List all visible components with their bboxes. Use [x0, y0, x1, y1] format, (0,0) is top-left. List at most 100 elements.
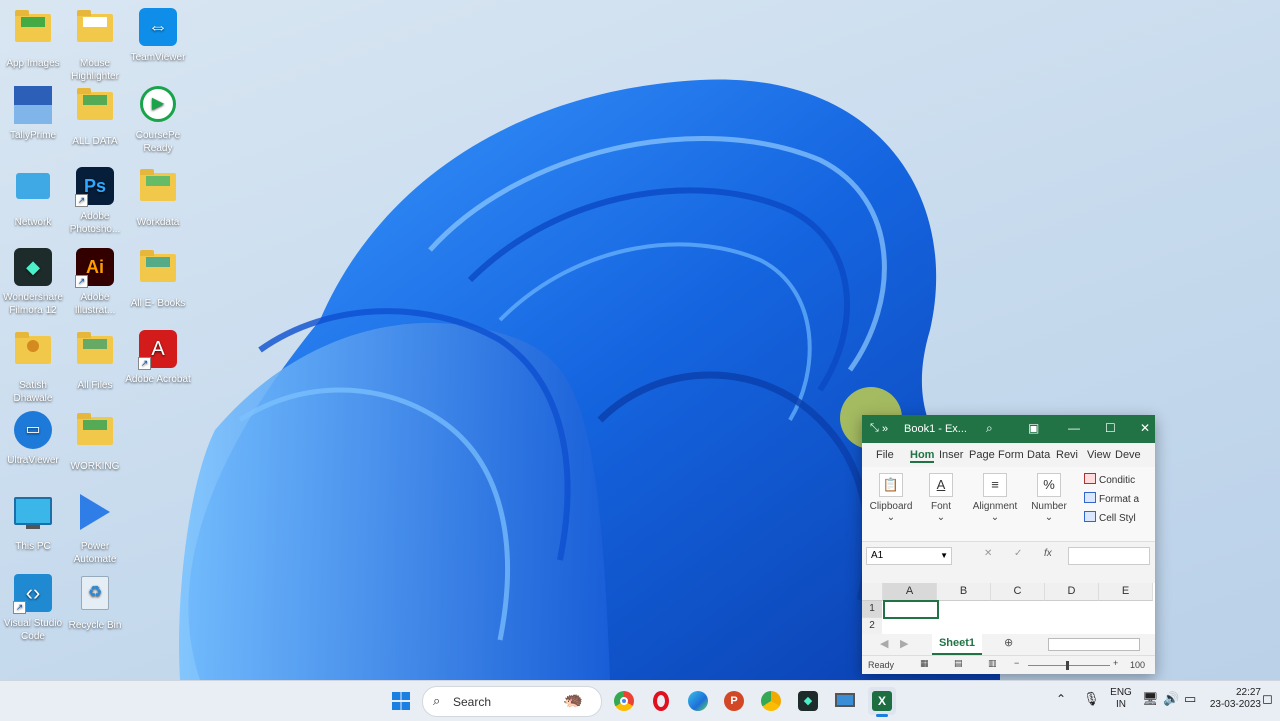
sheet-tab-sheet1[interactable]: Sheet1 [932, 634, 982, 655]
chrome-app[interactable] [610, 687, 638, 715]
filmora-taskbar-app[interactable]: ◆ [794, 687, 822, 715]
desktop-icon-this-pc[interactable]: This PC [0, 493, 66, 553]
chrome-canary-app[interactable] [757, 687, 785, 715]
monitor-icon [835, 693, 855, 707]
zoom-slider-thumb[interactable] [1066, 661, 1069, 670]
excel-title-bar[interactable]: ⤡ » Book1 - Ex... ⌕ ▣ — ☐ ✕ [862, 415, 1155, 443]
horizontal-scrollbar[interactable] [1048, 638, 1140, 651]
tab-developer[interactable]: Deve [1115, 449, 1141, 461]
desktop-icon-satish-dhawale[interactable]: Satish Dhawale [0, 330, 66, 405]
tab-page-layout[interactable]: Page [969, 449, 995, 461]
opera-icon [653, 691, 669, 711]
desktop-icon-photoshop[interactable]: Ps ↗ Adobe Photosho... [62, 167, 128, 236]
desktop-icon-illustrator[interactable]: Ai ↗ Adobe Illustrat... [62, 248, 128, 317]
column-header-a[interactable]: A [883, 583, 937, 601]
powerpoint-app[interactable]: P [720, 687, 748, 715]
desktop-icon-ultraviewer[interactable]: ▭ UltraViewer [0, 411, 66, 467]
conditional-formatting-button[interactable]: Conditic [1084, 473, 1135, 486]
alignment-group[interactable]: ≡ Alignment ⌄ [968, 473, 1022, 523]
desktop-icon-all-files[interactable]: All Files [62, 330, 128, 392]
desktop-icon-working[interactable]: WORKING [62, 411, 128, 473]
desktop-icon-power-automate[interactable]: Power Automate [62, 493, 128, 566]
next-sheet-icon[interactable]: ▶ [900, 637, 908, 650]
battery-icon[interactable]: ▭ [1184, 691, 1196, 707]
desktop-icon-tallyprime[interactable]: TallyPrime [0, 86, 66, 142]
cancel-icon[interactable]: ✕ [984, 548, 992, 559]
zoom-in-icon[interactable]: + [1113, 658, 1118, 668]
page-break-view-icon[interactable]: ▥ [988, 658, 997, 669]
taskbar-search[interactable]: ⌕ Search 🦔 [422, 686, 602, 717]
name-box[interactable]: A1 ▼ [866, 547, 952, 565]
remote-app[interactable] [831, 687, 859, 715]
prev-sheet-icon[interactable]: ◀ [880, 637, 888, 650]
tab-insert[interactable]: Inser [939, 449, 963, 461]
formula-bar: A1 ▼ ✕ ✓ fx [862, 542, 1155, 570]
enter-icon[interactable]: ✓ [1014, 548, 1022, 559]
desktop-icon-teamviewer[interactable]: ⇔ TeamViewer [125, 8, 191, 64]
column-header-c[interactable]: C [991, 583, 1045, 601]
add-sheet-icon[interactable]: ⊕ [1004, 636, 1013, 649]
opera-app[interactable] [647, 687, 675, 715]
tab-review[interactable]: Revi [1056, 449, 1078, 461]
insert-function-button[interactable]: fx [1044, 548, 1052, 559]
desktop-icon-vscode[interactable]: ‹› ↗ Visual Studio Code [0, 574, 66, 643]
user-folder-icon [13, 332, 53, 376]
formula-input[interactable] [1068, 547, 1150, 565]
minimize-button[interactable]: — [1068, 421, 1080, 435]
ribbon-display-icon[interactable]: ▣ [1028, 421, 1039, 435]
zoom-out-icon[interactable]: − [1014, 658, 1019, 668]
column-header-d[interactable]: D [1045, 583, 1099, 601]
clock[interactable]: 22:27 23-03-2023 [1203, 687, 1261, 711]
tab-formulas[interactable]: Form [998, 449, 1024, 461]
edge-app[interactable] [684, 687, 712, 715]
desktop-icon-all-data[interactable]: ALL DATA [62, 86, 128, 148]
select-all-corner[interactable] [862, 583, 883, 601]
desktop-icon-network[interactable]: Network [0, 167, 66, 229]
desktop-icon-label: Adobe Illustrat... [74, 292, 116, 316]
normal-view-icon[interactable]: ▦ [920, 658, 929, 669]
format-as-table-button[interactable]: Format a [1084, 492, 1139, 505]
desktop-icon-recycle-bin[interactable]: ♻ Recycle Bin [62, 574, 128, 632]
tab-data[interactable]: Data [1027, 449, 1050, 461]
column-header-e[interactable]: E [1099, 583, 1153, 601]
desktop-icon-filmora[interactable]: ◆ Wondershare Filmora 12 [0, 248, 66, 317]
desktop-icon-label: CoursePe Ready [135, 130, 181, 154]
zoom-level[interactable]: 100 [1130, 660, 1145, 670]
start-button[interactable] [387, 687, 415, 715]
excel-app[interactable]: X [868, 687, 896, 717]
desktop-icon-label: App Images [6, 58, 60, 69]
close-button[interactable]: ✕ [1140, 421, 1150, 435]
desktop-icon-coursepe[interactable]: ▶ CoursePe Ready [125, 86, 191, 155]
font-group[interactable]: A Font ⌄ [924, 473, 958, 523]
desktop-icon-app-images[interactable]: App Images [0, 8, 66, 70]
monitor-icon [13, 497, 53, 537]
row-header-2[interactable]: 2 [862, 618, 882, 635]
zoom-slider[interactable] [1028, 665, 1110, 666]
desktop-icon-workdata[interactable]: Workdata [125, 167, 191, 229]
tab-view[interactable]: View [1087, 449, 1111, 461]
network-icon[interactable]: 🖥 [1142, 691, 1159, 707]
active-cell-a1[interactable] [883, 600, 939, 619]
column-header-b[interactable]: B [937, 583, 991, 601]
number-group[interactable]: % Number ⌄ [1028, 473, 1070, 523]
chevron-up-icon[interactable]: ⌃ [1056, 692, 1066, 706]
desktop-icon-mouse-highlighter[interactable]: Mouse Highlighter [62, 8, 128, 83]
language-indicator[interactable]: ENG IN [1108, 687, 1134, 711]
excel-window[interactable]: ⤡ » Book1 - Ex... ⌕ ▣ — ☐ ✕ File Hom Ins… [862, 415, 1155, 674]
row-header-1[interactable]: 1 [862, 601, 882, 618]
overflow-chevron-icon[interactable]: » [882, 423, 888, 435]
notification-icon[interactable]: ◻ [1262, 691, 1273, 707]
folder-icon [75, 10, 115, 54]
page-layout-view-icon[interactable]: ▤ [954, 658, 963, 669]
search-icon[interactable]: ⌕ [986, 421, 993, 436]
desktop-icon-acrobat[interactable]: A ↗ Adobe Acrobat [125, 330, 191, 386]
cell-styles-button[interactable]: Cell Styl [1084, 511, 1136, 524]
clipboard-group[interactable]: 📋 Clipboard ⌄ [868, 473, 914, 523]
tab-file[interactable]: File [876, 449, 894, 461]
desktop-icon-all-ebooks[interactable]: All E- Books [125, 248, 191, 310]
microphone-icon[interactable]: 🎙 [1083, 691, 1100, 707]
tab-home[interactable]: Hom [910, 449, 935, 463]
desktop-icon-label: This PC [15, 541, 51, 552]
maximize-button[interactable]: ☐ [1105, 421, 1116, 435]
volume-icon[interactable]: 🔊 [1163, 691, 1179, 707]
